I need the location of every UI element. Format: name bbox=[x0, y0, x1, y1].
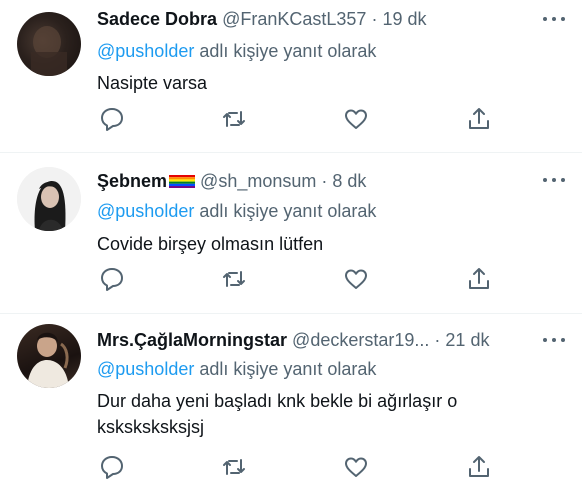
more-icon[interactable] bbox=[540, 14, 568, 24]
separator: · bbox=[321, 171, 328, 191]
avatar[interactable] bbox=[17, 324, 81, 388]
reply-icon[interactable] bbox=[97, 104, 127, 134]
heart-icon[interactable] bbox=[341, 104, 371, 134]
handle[interactable]: @sh_monsum bbox=[200, 171, 316, 191]
display-name[interactable]: Sadece Dobra bbox=[97, 9, 217, 29]
handle[interactable]: @FranKCastL357 bbox=[222, 9, 366, 29]
display-name[interactable]: Mrs.ÇağlaMorningstar bbox=[97, 330, 287, 350]
tweet[interactable]: Mrs.ÇağlaMorningstar @deckerstar19... · … bbox=[0, 314, 582, 499]
reply-context-text: adlı kişiye yanıt olarak bbox=[194, 201, 377, 221]
tweet[interactable]: Sadece Dobra @FranKCastL357 · 19 dk @pus… bbox=[0, 0, 582, 152]
tweet[interactable]: Şebnem @sh_monsum · 8 dk @pusholder adlı… bbox=[0, 153, 582, 313]
reply-icon[interactable] bbox=[97, 264, 127, 294]
tweet-text: Covide birşey olmasın lütfen bbox=[97, 234, 324, 254]
rainbow-flag-icon bbox=[169, 175, 196, 188]
display-name[interactable]: Şebnem bbox=[97, 171, 167, 191]
timestamp[interactable]: 19 dk bbox=[382, 9, 426, 29]
reply-mention[interactable]: @pusholder bbox=[97, 359, 194, 379]
share-icon[interactable] bbox=[464, 452, 494, 482]
reply-mention[interactable]: @pusholder bbox=[97, 201, 194, 221]
handle[interactable]: @deckerstar19... bbox=[292, 330, 429, 350]
avatar[interactable] bbox=[17, 12, 81, 76]
action-bar bbox=[97, 452, 567, 482]
reply-context: @pusholder adlı kişiye yanıt olarak bbox=[97, 200, 376, 222]
avatar[interactable] bbox=[17, 167, 81, 231]
heart-icon[interactable] bbox=[341, 452, 371, 482]
more-icon[interactable] bbox=[540, 335, 568, 345]
retweet-icon[interactable] bbox=[219, 104, 249, 134]
tweet-text: Dur daha yeni başladı knk bekle bi ağırl… bbox=[97, 391, 458, 437]
retweet-icon[interactable] bbox=[219, 264, 249, 294]
tweet-header: Mrs.ÇağlaMorningstar @deckerstar19... · … bbox=[97, 329, 489, 351]
separator: · bbox=[434, 330, 441, 350]
reply-context: @pusholder adlı kişiye yanıt olarak bbox=[97, 40, 376, 62]
share-icon[interactable] bbox=[464, 264, 494, 294]
tweet-header: Sadece Dobra @FranKCastL357 · 19 dk bbox=[97, 8, 427, 30]
reply-context: @pusholder adlı kişiye yanıt olarak bbox=[97, 358, 376, 380]
tweet-text: Nasipte varsa bbox=[97, 73, 208, 93]
more-icon[interactable] bbox=[540, 175, 568, 185]
retweet-icon[interactable] bbox=[219, 452, 249, 482]
heart-icon[interactable] bbox=[341, 264, 371, 294]
separator: · bbox=[371, 9, 378, 29]
reply-icon[interactable] bbox=[97, 452, 127, 482]
reply-context-text: adlı kişiye yanıt olarak bbox=[194, 41, 377, 61]
timestamp[interactable]: 8 dk bbox=[332, 171, 366, 191]
timestamp[interactable]: 21 dk bbox=[445, 330, 489, 350]
action-bar bbox=[97, 264, 567, 294]
reply-context-text: adlı kişiye yanıt olarak bbox=[194, 359, 377, 379]
share-icon[interactable] bbox=[464, 104, 494, 134]
action-bar bbox=[97, 104, 567, 134]
reply-mention[interactable]: @pusholder bbox=[97, 41, 194, 61]
tweet-header: Şebnem @sh_monsum · 8 dk bbox=[97, 170, 366, 192]
